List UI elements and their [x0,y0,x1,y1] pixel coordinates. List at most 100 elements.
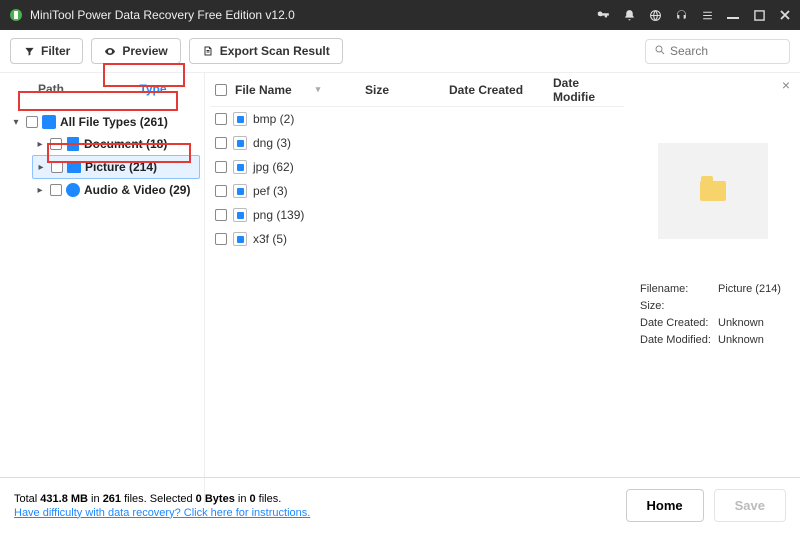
footer: Total 431.8 MB in 261 files. Selected 0 … [0,477,800,533]
export-button[interactable]: Export Scan Result [189,38,343,64]
checkbox[interactable] [215,161,227,173]
checkbox[interactable] [50,184,62,196]
tree-root-all-types[interactable]: ▾ All File Types (261) [8,111,200,133]
minimize-icon[interactable] [726,8,740,22]
picture-icon [67,160,81,174]
column-size[interactable]: Size [365,83,449,97]
app-icon [8,7,24,23]
titlebar: MiniTool Power Data Recovery Free Editio… [0,0,800,30]
preview-thumbnail [658,143,768,239]
globe-icon[interactable] [648,8,662,22]
meta-size-key: Size: [640,300,718,312]
checkbox[interactable] [51,161,63,173]
column-date-modified[interactable]: Date Modifie [553,76,623,104]
toolbar: Filter Preview Export Scan Result [0,30,800,73]
filetype-icon [233,208,247,222]
file-name: x3f (5) [253,232,624,246]
column-filename[interactable]: File Name▾ [235,83,365,97]
file-row[interactable]: pef (3) [211,179,624,203]
file-name: png (139) [253,208,624,222]
file-row[interactable]: jpg (62) [211,155,624,179]
preview-meta: Filename:Picture (214) Size: Date Create… [640,283,786,346]
content: Path Type ▾ All File Types (261) ▸ Docum… [0,73,800,505]
sort-arrow-icon: ▾ [316,84,321,95]
filetype-icon [233,184,247,198]
filetype-icon [233,112,247,126]
filter-label: Filter [41,44,70,58]
tree-item-audio-video[interactable]: ▸ Audio & Video (29) [32,179,200,201]
filter-icon [23,45,35,57]
meta-modified-key: Date Modified: [640,334,718,346]
chevron-right-icon[interactable]: ▸ [34,185,46,196]
chevron-right-icon[interactable]: ▸ [35,162,47,173]
meta-size-value [718,300,786,312]
close-icon[interactable] [778,8,792,22]
help-link[interactable]: Have difficulty with data recovery? Clic… [14,507,310,519]
sidebar: Path Type ▾ All File Types (261) ▸ Docum… [0,73,205,505]
preview-panel: × Filename:Picture (214) Size: Date Crea… [630,73,800,505]
filetype-icon [233,160,247,174]
search-input[interactable] [670,44,780,58]
search-box[interactable] [645,39,790,64]
chevron-right-icon[interactable]: ▸ [34,139,46,150]
tree-item-label: Document (18) [84,137,167,151]
file-list-header: File Name▾ Size Date Created Date Modifi… [211,73,624,107]
sidebar-tabs: Path Type [0,73,204,105]
search-icon [654,44,666,59]
file-name: bmp (2) [253,112,624,126]
file-row[interactable]: dng (3) [211,131,624,155]
tree-item-document[interactable]: ▸ Document (18) [32,133,200,155]
save-button[interactable]: Save [714,489,786,522]
bell-icon[interactable] [622,8,636,22]
folder-icon [700,181,726,201]
checkbox[interactable] [215,137,227,149]
filetype-icon [233,136,247,150]
filter-button[interactable]: Filter [10,38,83,64]
tab-path[interactable]: Path [0,73,102,105]
checkbox[interactable] [215,233,227,245]
tree-item-picture[interactable]: ▸ Picture (214) [32,155,200,179]
close-preview-icon[interactable]: × [782,77,790,93]
tab-type[interactable]: Type [102,73,204,105]
filetype-icon [233,232,247,246]
select-all-checkbox[interactable] [215,84,227,96]
maximize-icon[interactable] [752,8,766,22]
home-button[interactable]: Home [626,489,704,522]
file-list-body: bmp (2) dng (3) jpg (62) pef (3) png (13… [211,107,624,251]
export-label: Export Scan Result [220,44,330,58]
file-name: jpg (62) [253,160,624,174]
preview-button[interactable]: Preview [91,38,180,64]
checkbox[interactable] [26,116,38,128]
menu-icon[interactable] [700,8,714,22]
meta-created-key: Date Created: [640,317,718,329]
column-date-created[interactable]: Date Created [449,83,553,97]
tree-item-label: Audio & Video (29) [84,183,190,197]
tree-item-label: Picture (214) [85,160,157,174]
checkbox[interactable] [215,185,227,197]
checkbox[interactable] [215,113,227,125]
document-icon [66,137,80,151]
file-list: File Name▾ Size Date Created Date Modifi… [205,73,630,505]
file-row[interactable]: png (139) [211,203,624,227]
file-type-tree: ▾ All File Types (261) ▸ Document (18) ▸… [0,105,204,207]
chevron-down-icon[interactable]: ▾ [10,117,22,128]
window-title: MiniTool Power Data Recovery Free Editio… [30,8,596,22]
stats-line: Total 431.8 MB in 261 files. Selected 0 … [14,493,310,505]
checkbox[interactable] [215,209,227,221]
file-row[interactable]: x3f (5) [211,227,624,251]
export-icon [202,45,214,57]
eye-icon [104,45,116,57]
audio-video-icon [66,183,80,197]
monitor-icon [42,115,56,129]
footer-stats: Total 431.8 MB in 261 files. Selected 0 … [14,493,310,519]
file-name: pef (3) [253,184,624,198]
meta-filename-key: Filename: [640,283,718,295]
headset-icon[interactable] [674,8,688,22]
meta-modified-value: Unknown [718,334,786,346]
checkbox[interactable] [50,138,62,150]
key-icon[interactable] [596,8,610,22]
meta-filename-value: Picture (214) [718,283,786,295]
file-row[interactable]: bmp (2) [211,107,624,131]
preview-label: Preview [122,44,167,58]
file-name: dng (3) [253,136,624,150]
